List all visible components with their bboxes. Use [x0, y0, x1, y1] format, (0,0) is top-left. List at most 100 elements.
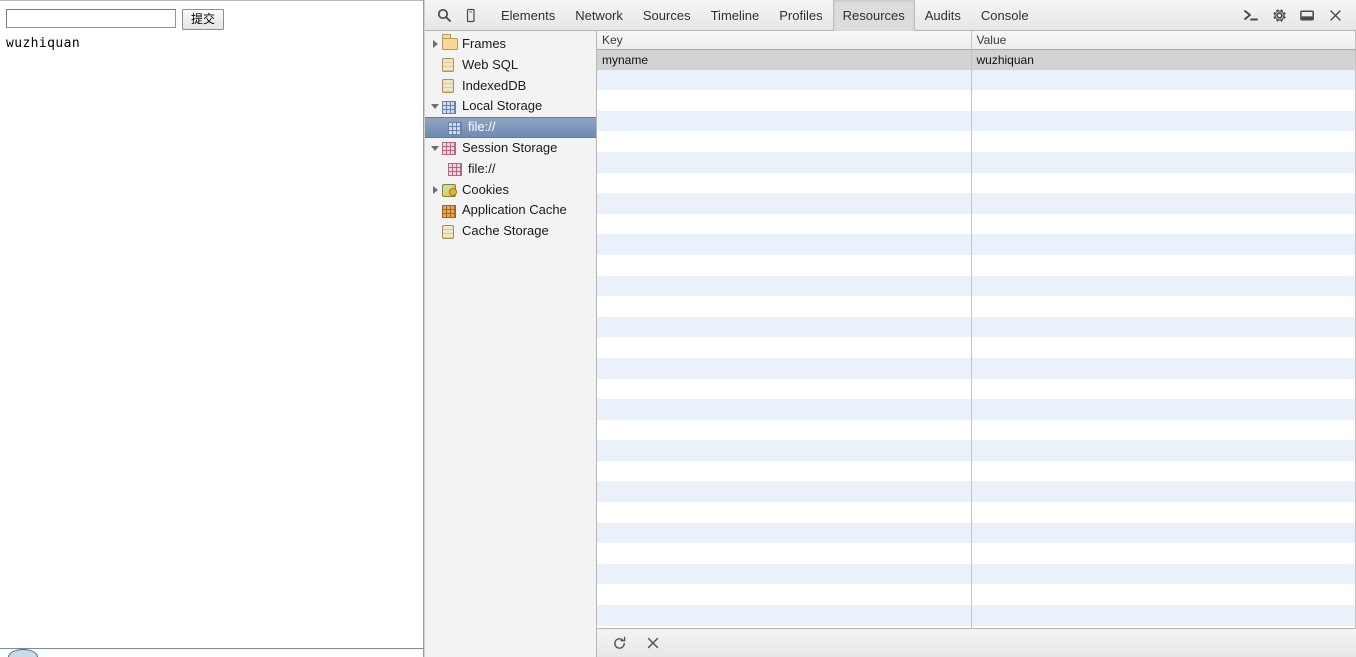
cell-key[interactable] [597, 172, 972, 194]
sidebar-item-cache-storage[interactable]: Cache Storage [425, 221, 596, 242]
cell-value[interactable] [971, 543, 1356, 564]
table-row-empty[interactable] [597, 419, 1356, 441]
cell-value[interactable] [971, 584, 1356, 606]
table-row-empty[interactable] [597, 337, 1356, 358]
cell-value[interactable] [971, 275, 1356, 297]
cell-key[interactable] [597, 584, 972, 606]
cell-value[interactable] [971, 296, 1356, 317]
tab-resources[interactable]: Resources [832, 0, 915, 31]
cell-key[interactable] [597, 90, 972, 111]
cell-key[interactable] [597, 316, 972, 338]
table-row-empty[interactable] [597, 193, 1356, 214]
sidebar-item-web-sql[interactable]: Web SQL [425, 55, 596, 76]
tab-sources[interactable]: Sources [633, 0, 701, 31]
cell-key[interactable]: myname [597, 49, 972, 70]
expand-arrow-icon[interactable] [429, 185, 441, 194]
cell-key[interactable] [597, 419, 972, 441]
cell-key[interactable] [597, 357, 972, 379]
table-row-empty[interactable] [597, 399, 1356, 420]
cell-value[interactable] [971, 481, 1356, 503]
cell-key[interactable] [597, 337, 972, 358]
expand-arrow-icon[interactable] [429, 40, 441, 49]
cell-key[interactable] [597, 193, 972, 214]
sidebar-item-cookies[interactable]: Cookies [425, 180, 596, 201]
cell-key[interactable] [597, 543, 972, 564]
cell-value[interactable] [971, 625, 1356, 628]
cell-value[interactable] [971, 522, 1356, 544]
cell-key[interactable] [597, 296, 972, 317]
mobile-device-icon[interactable] [457, 2, 483, 28]
cell-value[interactable] [971, 440, 1356, 461]
cell-value[interactable] [971, 110, 1356, 132]
collapse-arrow-icon[interactable] [429, 145, 441, 151]
cell-key[interactable] [597, 399, 972, 420]
cell-key[interactable] [597, 275, 972, 297]
cell-key[interactable] [597, 460, 972, 482]
sidebar-item-application-cache[interactable]: Application Cache [425, 200, 596, 221]
table-row-empty[interactable] [597, 131, 1356, 152]
cell-key[interactable] [597, 69, 972, 91]
search-icon[interactable] [431, 2, 457, 28]
cell-key[interactable] [597, 378, 972, 400]
tab-network[interactable]: Network [565, 0, 633, 31]
cell-value[interactable] [971, 193, 1356, 214]
cell-value[interactable] [971, 378, 1356, 400]
cell-key[interactable] [597, 502, 972, 523]
cell-value[interactable] [971, 399, 1356, 420]
table-row-empty[interactable] [597, 563, 1356, 585]
cell-value[interactable] [971, 502, 1356, 523]
cell-key[interactable] [597, 234, 972, 255]
delete-icon[interactable] [641, 632, 665, 654]
table-row-empty[interactable] [597, 481, 1356, 503]
sidebar-item-local-storage[interactable]: Local Storage [425, 96, 596, 117]
cell-value[interactable] [971, 213, 1356, 235]
table-row-empty[interactable] [597, 316, 1356, 338]
table-row-empty[interactable] [597, 254, 1356, 276]
close-devtools-icon[interactable] [1322, 2, 1348, 28]
cell-value[interactable] [971, 131, 1356, 152]
table-row-empty[interactable] [597, 151, 1356, 173]
submit-button[interactable]: 提交 [182, 9, 225, 30]
table-row-empty[interactable] [597, 357, 1356, 379]
column-header-key[interactable]: Key [597, 31, 972, 50]
cell-key[interactable] [597, 563, 972, 585]
table-row-empty[interactable] [597, 69, 1356, 91]
sidebar-item-session-storage-file[interactable]: file:// [425, 159, 596, 180]
cell-value[interactable] [971, 90, 1356, 111]
cell-key[interactable] [597, 481, 972, 503]
console-prompt-icon[interactable] [1238, 2, 1264, 28]
cell-value[interactable] [971, 172, 1356, 194]
table-row-empty[interactable] [597, 522, 1356, 544]
table-row-empty[interactable] [597, 625, 1356, 628]
tab-elements[interactable]: Elements [491, 0, 565, 31]
tab-console[interactable]: Console [971, 0, 1039, 31]
cell-value[interactable] [971, 316, 1356, 338]
table-row-empty[interactable] [597, 584, 1356, 606]
table-row-empty[interactable] [597, 213, 1356, 235]
refresh-icon[interactable] [607, 632, 631, 654]
cell-value[interactable]: wuzhiquan [971, 49, 1356, 70]
cell-value[interactable] [971, 337, 1356, 358]
cell-key[interactable] [597, 151, 972, 173]
text-input[interactable] [6, 9, 176, 28]
table-row-empty[interactable] [597, 275, 1356, 297]
tab-profiles[interactable]: Profiles [769, 0, 832, 31]
cell-key[interactable] [597, 522, 972, 544]
cell-value[interactable] [971, 69, 1356, 91]
cell-value[interactable] [971, 234, 1356, 255]
table-row-empty[interactable] [597, 296, 1356, 317]
cell-value[interactable] [971, 151, 1356, 173]
sidebar-item-indexeddb[interactable]: IndexedDB [425, 76, 596, 97]
dock-position-icon[interactable] [1294, 2, 1320, 28]
cell-key[interactable] [597, 605, 972, 626]
table-row[interactable]: myname wuzhiquan [597, 49, 1356, 70]
cell-value[interactable] [971, 419, 1356, 441]
collapse-arrow-icon[interactable] [429, 104, 441, 110]
table-row-empty[interactable] [597, 110, 1356, 132]
cell-key[interactable] [597, 110, 972, 132]
cell-value[interactable] [971, 254, 1356, 276]
cell-value[interactable] [971, 605, 1356, 626]
cell-key[interactable] [597, 213, 972, 235]
cell-key[interactable] [597, 440, 972, 461]
table-row-empty[interactable] [597, 502, 1356, 523]
